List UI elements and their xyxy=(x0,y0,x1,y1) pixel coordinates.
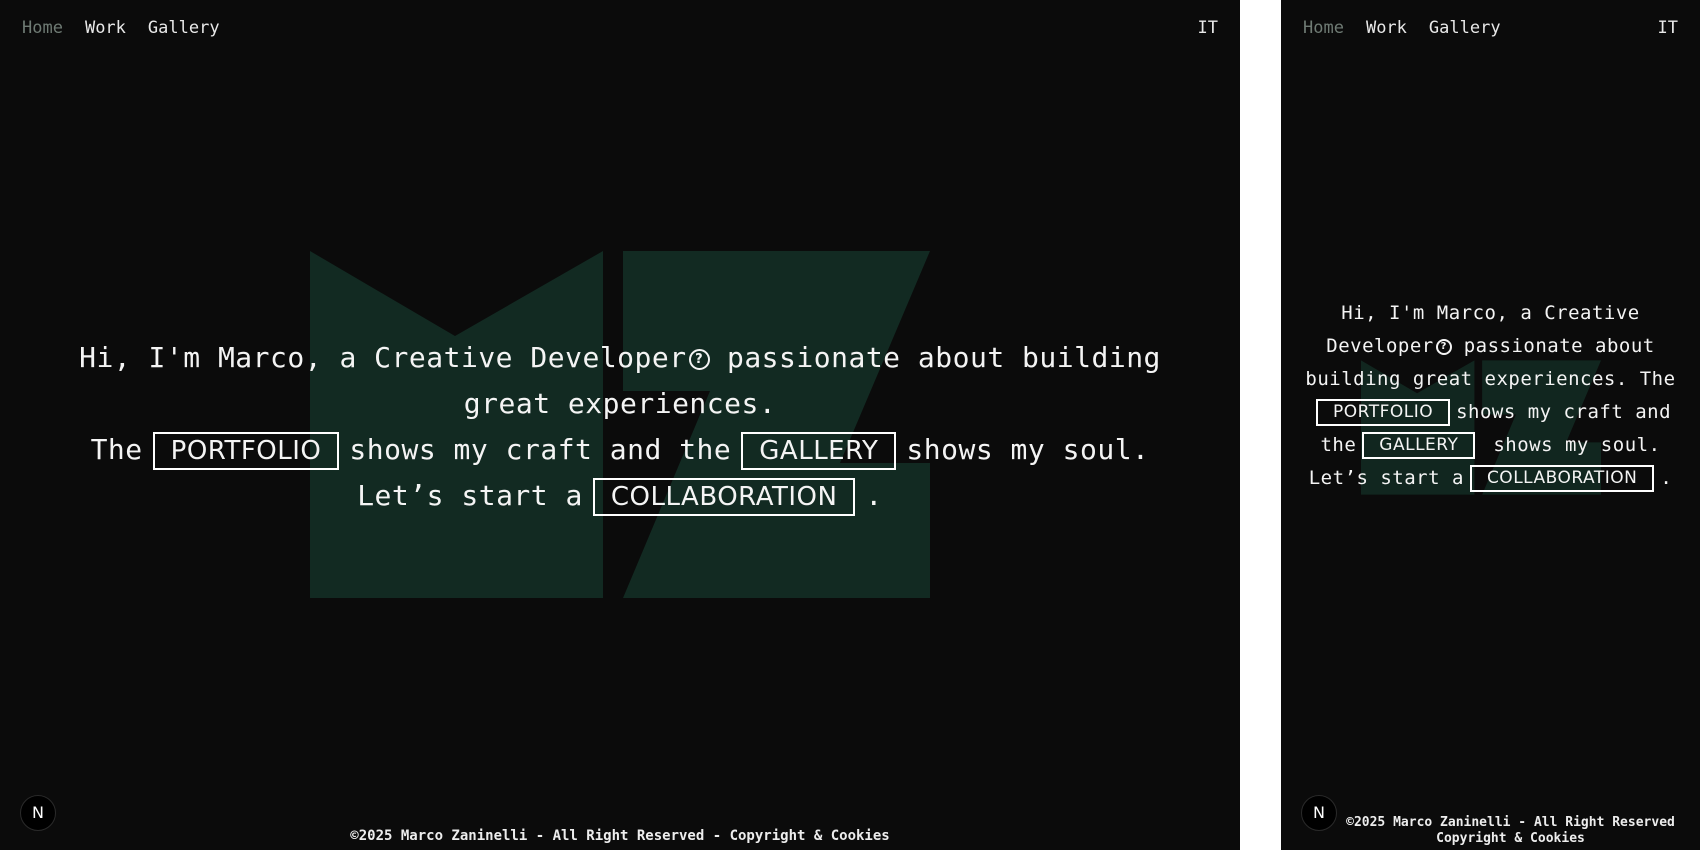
mobile-view: Home Work Gallery IT Hi, I'm Marco, a Cr… xyxy=(1281,0,1700,850)
main-nav: Home Work Gallery xyxy=(22,18,220,38)
nav-gallery[interactable]: Gallery xyxy=(148,18,220,38)
language-switch[interactable]: IT xyxy=(1198,18,1218,38)
nav-work[interactable]: Work xyxy=(85,18,126,38)
hero-line-3: Let’s start a COLLABORATION. xyxy=(60,473,1180,519)
desktop-view: Home Work Gallery IT Hi, I'm Marco, a Cr… xyxy=(0,0,1240,850)
mobile-nav-home[interactable]: Home xyxy=(1303,18,1344,38)
nav-home[interactable]: Home xyxy=(22,18,63,38)
footer-text: ©2025 Marco Zaninelli - All Right Reserv… xyxy=(350,828,890,844)
hero-line-2: The PORTFOLIO shows my craft and the GALLER… xyxy=(60,427,1180,473)
hero-text: Hi, I'm Marco, a Creative Developer? pas… xyxy=(60,335,1180,519)
mobile-language-switch[interactable]: IT xyxy=(1658,18,1678,38)
hero-line-1: Hi, I'm Marco, a Creative Developer? pas… xyxy=(79,341,1161,420)
collaboration-link[interactable]: COLLABORATION xyxy=(592,478,856,516)
mobile-collaboration-link[interactable]: COLLABORATION xyxy=(1469,465,1655,492)
mobile-hero-text: Hi, I'm Marco, a Creative Developer? pas… xyxy=(1301,297,1680,495)
mobile-question-circle-icon[interactable]: ? xyxy=(1435,338,1452,355)
mobile-nav-work[interactable]: Work xyxy=(1366,18,1407,38)
gallery-link[interactable]: GALLERY xyxy=(741,432,897,470)
n-badge-icon[interactable]: N xyxy=(20,795,56,831)
mobile-nav-gallery[interactable]: Gallery xyxy=(1429,18,1501,38)
mobile-main-nav: Home Work Gallery xyxy=(1303,18,1501,38)
portfolio-link[interactable]: PORTFOLIO xyxy=(152,432,340,470)
mobile-footer-text: ©2025 Marco Zaninelli - All Right Reserv… xyxy=(1346,815,1675,846)
mobile-gallery-link[interactable]: GALLERY xyxy=(1362,432,1476,459)
question-circle-icon[interactable]: ? xyxy=(688,348,710,370)
mobile-portfolio-link[interactable]: PORTFOLIO xyxy=(1315,399,1451,426)
